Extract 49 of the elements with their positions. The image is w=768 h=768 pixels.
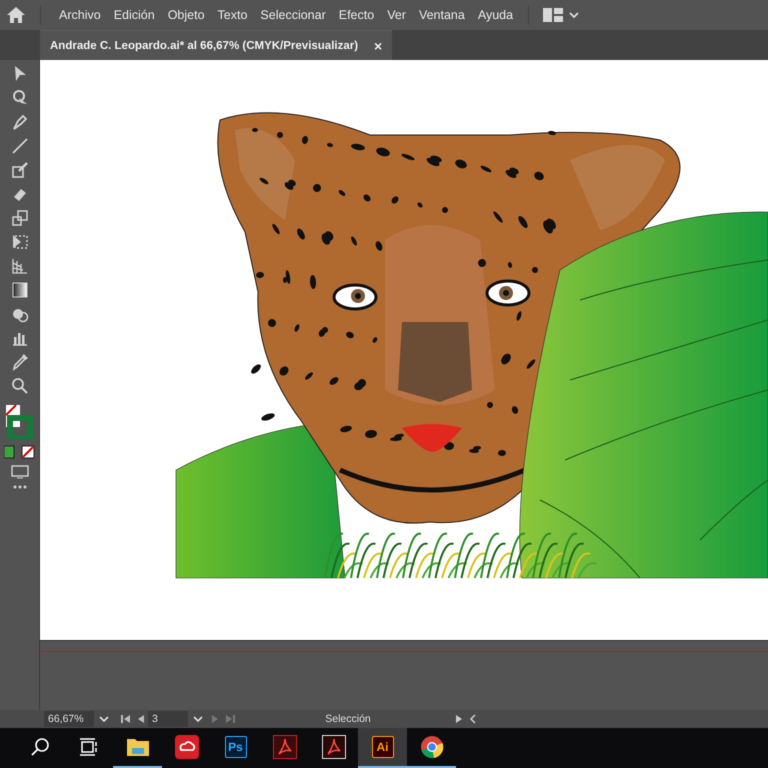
folder-icon[interactable]: [126, 736, 150, 758]
menu-item[interactable]: Efecto: [332, 8, 380, 22]
magnifier-icon[interactable]: [10, 377, 28, 395]
more-dots-icon[interactable]: [12, 485, 26, 489]
menu-item[interactable]: Seleccionar: [254, 8, 332, 22]
menu-item[interactable]: Archivo: [53, 8, 107, 22]
pen-icon[interactable]: [10, 113, 28, 131]
chevron-down-icon[interactable]: [193, 715, 203, 723]
pdf-app-icon[interactable]: [272, 735, 296, 759]
fill-stroke-swatch-icon[interactable]: [6, 405, 34, 439]
screen-mode-icon[interactable]: [10, 465, 28, 479]
photoshop-app-icon[interactable]: Ps: [224, 736, 246, 758]
menu-item[interactable]: Edición: [108, 8, 161, 22]
free-transform-icon[interactable]: [10, 233, 28, 251]
previous-page-icon[interactable]: [137, 714, 145, 724]
taskbar-button[interactable]: Ai: [358, 728, 407, 768]
document-tab[interactable]: Andrade C. Leopardo.ai* al 66,67% (CMYK/Previsualizar) ×: [40, 30, 392, 60]
cloud-app-icon[interactable]: [174, 735, 198, 759]
scale-icon[interactable]: [10, 209, 28, 227]
artboard-number-field[interactable]: 3: [148, 711, 188, 727]
pdf-reader-app-icon[interactable]: [322, 735, 346, 759]
chevron-left-icon[interactable]: [469, 714, 477, 724]
chrome-icon[interactable]: [420, 735, 444, 759]
play-icon[interactable]: [455, 714, 463, 724]
menu-item[interactable]: Ventana: [412, 8, 471, 22]
eyedropper-icon[interactable]: [10, 353, 28, 371]
zoom-field[interactable]: 66,67%: [44, 711, 94, 727]
illustrator-app-icon[interactable]: Ai: [372, 736, 394, 758]
taskbar-button[interactable]: Ps: [211, 728, 260, 768]
layout-grid-icon[interactable]: [543, 8, 564, 22]
current-tool-label: Selección: [324, 713, 372, 725]
pencil-icon[interactable]: [10, 161, 28, 179]
perspective-grid-icon[interactable]: [10, 257, 28, 275]
menu-item[interactable]: Ayuda: [472, 8, 520, 22]
first-page-icon[interactable]: [121, 714, 131, 724]
color-and-none-swatches-icon[interactable]: [4, 445, 36, 459]
menu-item[interactable]: Texto: [212, 8, 254, 22]
search-icon[interactable]: [30, 737, 50, 757]
task-view-icon[interactable]: [78, 737, 98, 757]
home-icon[interactable]: [6, 6, 26, 24]
lasso-icon[interactable]: [10, 89, 28, 107]
menu-item[interactable]: Ver: [381, 8, 412, 22]
menu-item[interactable]: Objeto: [162, 8, 211, 22]
close-button[interactable]: ×: [372, 38, 384, 54]
gradient-icon[interactable]: [10, 281, 28, 299]
line-icon[interactable]: [10, 137, 28, 155]
chevron-down-icon[interactable]: [99, 715, 109, 723]
document-title: Andrade C. Leopardo.ai* al 66,67% (CMYK/Previsualizar): [50, 40, 358, 52]
chevron-down-icon[interactable]: [569, 11, 580, 19]
